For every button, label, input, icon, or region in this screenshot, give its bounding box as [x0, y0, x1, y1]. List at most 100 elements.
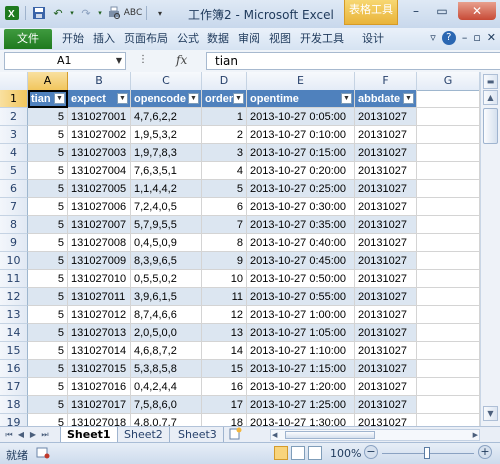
cell[interactable]: 131027014	[68, 342, 131, 360]
cell[interactable]: 20131027	[355, 180, 417, 198]
redo-dropdown-icon[interactable]: ▾	[97, 5, 103, 21]
cell[interactable]: 4,7,6,2,2	[131, 108, 202, 126]
row-header[interactable]: 7	[0, 198, 28, 216]
cell[interactable]: 131027016	[68, 378, 131, 396]
insert-sheet-icon[interactable]	[226, 427, 244, 442]
cell[interactable]: 131027018	[68, 414, 131, 426]
redo-icon[interactable]: ↷	[78, 5, 94, 21]
cell[interactable]: 131027002	[68, 126, 131, 144]
row-header[interactable]: 1	[0, 90, 28, 108]
cell[interactable]: 20131027	[355, 162, 417, 180]
last-sheet-icon[interactable]: ⏭	[40, 429, 50, 441]
cell[interactable]: 7,6,3,5,1	[131, 162, 202, 180]
cell[interactable]: 5	[28, 342, 68, 360]
cell[interactable]: 2013-10-27 0:25:00	[247, 180, 355, 198]
row-header[interactable]: 11	[0, 270, 28, 288]
cell[interactable]: 1	[202, 108, 247, 126]
cell[interactable]: 5	[28, 414, 68, 426]
table-header-cell[interactable]	[417, 90, 480, 108]
horizontal-scroll-thumb[interactable]	[285, 431, 375, 439]
cell[interactable]: 18	[202, 414, 247, 426]
cell[interactable]	[417, 378, 480, 396]
tab-page-layout[interactable]: 页面布局	[124, 31, 168, 47]
cell[interactable]: 131027015	[68, 360, 131, 378]
save-icon[interactable]	[31, 5, 47, 21]
cell[interactable]: 20131027	[355, 108, 417, 126]
chevron-down-icon[interactable]: ▼	[116, 53, 122, 69]
cell[interactable]: 131027009	[68, 252, 131, 270]
cell[interactable]: 16	[202, 378, 247, 396]
cell[interactable]: 131027013	[68, 324, 131, 342]
cell[interactable]: 5,7,9,5,5	[131, 216, 202, 234]
row-header[interactable]: 13	[0, 306, 28, 324]
cell[interactable]: 2013-10-27 0:35:00	[247, 216, 355, 234]
cell[interactable]: 12	[202, 306, 247, 324]
scroll-thumb[interactable]	[483, 108, 498, 144]
cell[interactable]	[417, 252, 480, 270]
cell[interactable]: 20131027	[355, 324, 417, 342]
scroll-down-icon[interactable]: ▼	[483, 406, 498, 421]
maximize-icon[interactable]: ▭	[430, 2, 454, 20]
cell[interactable]	[417, 396, 480, 414]
cell[interactable]: 20131027	[355, 378, 417, 396]
page-break-view-icon[interactable]	[308, 446, 322, 460]
prev-sheet-icon[interactable]: ◀	[16, 429, 26, 441]
column-header-a[interactable]: A	[28, 72, 68, 90]
undo-icon[interactable]: ↶	[50, 5, 66, 21]
normal-view-icon[interactable]	[274, 446, 288, 460]
table-header-cell[interactable]: order ▼	[202, 90, 247, 108]
cell[interactable]	[417, 180, 480, 198]
column-header-e[interactable]: E	[247, 72, 355, 90]
cell[interactable]: 15	[202, 360, 247, 378]
filter-dropdown-icon[interactable]: ▼	[341, 93, 352, 104]
tab-design[interactable]: 设计	[362, 31, 384, 47]
column-header-f[interactable]: F	[355, 72, 417, 90]
cell[interactable]: 3,9,6,1,5	[131, 288, 202, 306]
cell[interactable]: 13	[202, 324, 247, 342]
table-header-cell[interactable]: opencode ▼	[131, 90, 202, 108]
cell[interactable]: 20131027	[355, 198, 417, 216]
cell[interactable]: 5	[28, 378, 68, 396]
cell[interactable]: 0,5,5,0,2	[131, 270, 202, 288]
cell[interactable]: 2,0,5,0,0	[131, 324, 202, 342]
row-header[interactable]: 17	[0, 378, 28, 396]
cell[interactable]: 131027012	[68, 306, 131, 324]
cell[interactable]: 2013-10-27 1:30:00	[247, 414, 355, 426]
row-header[interactable]: 16	[0, 360, 28, 378]
cell[interactable]: 2013-10-27 0:30:00	[247, 198, 355, 216]
cell[interactable]: 20131027	[355, 270, 417, 288]
cell[interactable]: 20131027	[355, 252, 417, 270]
tab-developer[interactable]: 开发工具	[300, 31, 344, 47]
close-icon[interactable]: ✕	[487, 31, 496, 45]
cell[interactable]: 14	[202, 342, 247, 360]
cell[interactable]	[417, 342, 480, 360]
minimize-icon[interactable]: –	[462, 31, 468, 45]
table-header-cell[interactable]: tian ▼	[28, 90, 68, 108]
cell[interactable]: 2013-10-27 1:05:00	[247, 324, 355, 342]
row-header[interactable]: 10	[0, 252, 28, 270]
cell[interactable]: 4	[202, 162, 247, 180]
spell-check-icon[interactable]: ABC	[124, 5, 142, 21]
column-header-d[interactable]: D	[202, 72, 247, 90]
row-header[interactable]: 6	[0, 180, 28, 198]
cell[interactable]: 5,3,8,5,8	[131, 360, 202, 378]
cell[interactable]: 2013-10-27 0:15:00	[247, 144, 355, 162]
cell[interactable]: 5	[28, 180, 68, 198]
minimize-icon[interactable]: –	[404, 2, 428, 20]
tab-home[interactable]: 开始	[62, 31, 84, 47]
horizontal-scrollbar[interactable]: ◀ ▶	[270, 429, 480, 441]
print-preview-icon[interactable]	[106, 5, 122, 21]
cell[interactable]: 2013-10-27 0:50:00	[247, 270, 355, 288]
cell[interactable]: 2013-10-27 1:10:00	[247, 342, 355, 360]
tab-review[interactable]: 审阅	[238, 31, 260, 47]
cell[interactable]: 11	[202, 288, 247, 306]
cell[interactable]: 6	[202, 198, 247, 216]
cell[interactable]: 0,4,2,4,4	[131, 378, 202, 396]
cell[interactable]: 8,7,4,6,6	[131, 306, 202, 324]
scroll-right-icon[interactable]: ▶	[473, 430, 478, 440]
row-header[interactable]: 15	[0, 342, 28, 360]
cell[interactable]: 131027001	[68, 108, 131, 126]
insert-function-button[interactable]: fx	[176, 53, 187, 67]
row-header[interactable]: 5	[0, 162, 28, 180]
cell[interactable]: 5	[28, 126, 68, 144]
